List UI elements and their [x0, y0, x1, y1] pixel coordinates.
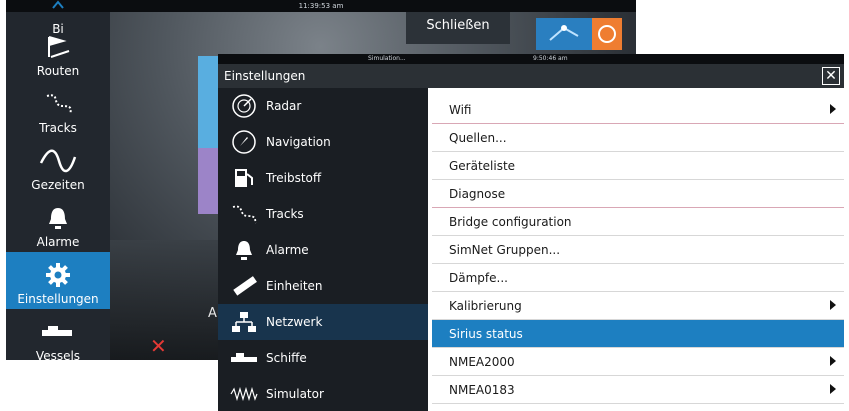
close-icon[interactable]: ✕ — [822, 67, 840, 85]
background-app-tile[interactable] — [198, 148, 218, 214]
dialog-status-bar: Simulation... 9:50:46 am — [218, 54, 844, 64]
category-label: Tracks — [266, 207, 304, 221]
category-label: Einheiten — [266, 279, 323, 293]
settings-item-list: Wifi Quellen... Geräteliste Diagnose Bri… — [428, 88, 844, 411]
category-label: Schiffe — [266, 351, 307, 365]
dialog-title: Einstellungen — [224, 69, 306, 83]
fuel-pump-icon — [230, 164, 258, 192]
dialog-clock: 9:50:46 am — [533, 55, 568, 62]
sidebar-item-label: Gezeiten — [31, 178, 85, 192]
category-simulator[interactable]: Simulator — [218, 376, 428, 411]
settings-item-wifi[interactable]: Wifi — [432, 96, 844, 124]
dialog-title-bar: Einstellungen ✕ — [218, 64, 844, 88]
settings-item-diagnose[interactable]: Diagnose — [432, 180, 844, 208]
category-treibstoff[interactable]: Treibstoff — [218, 160, 428, 196]
settings-item-label: Bridge configuration — [449, 214, 572, 229]
ruler-icon — [230, 272, 258, 300]
category-label: Netzwerk — [266, 315, 323, 329]
category-label: Alarme — [266, 243, 309, 257]
category-schiffe[interactable]: Schiffe — [218, 340, 428, 376]
settings-item-label: Wifi — [449, 102, 472, 117]
radar-icon — [230, 92, 258, 120]
sidebar-item-label: Routen — [36, 64, 80, 78]
sidebar-item-label: Vessels — [35, 349, 81, 360]
simulation-status: Simulation... — [368, 55, 406, 62]
settings-item-geraeteliste[interactable]: Geräteliste — [432, 152, 844, 180]
simulator-wave-icon — [230, 380, 258, 408]
chevron-right-icon — [830, 104, 836, 114]
vessel-icon — [230, 344, 258, 372]
settings-item-label: Geräteliste — [449, 158, 516, 173]
settings-category-list: Radar Navigation Treibstoff Tracks Alarm… — [218, 88, 428, 411]
background-app-tile[interactable] — [198, 56, 218, 148]
settings-item-bridge-configuration[interactable]: Bridge configuration — [432, 208, 844, 236]
sidebar-item-label: Einstellungen — [17, 292, 99, 306]
category-label: Simulator — [266, 387, 324, 401]
vessel-icon — [39, 317, 77, 347]
settings-item-nmea0183[interactable]: NMEA0183 — [432, 376, 844, 404]
settings-item-label: Kalibrierung — [449, 298, 522, 313]
sidebar-item-label: Alarme — [36, 235, 80, 249]
settings-item-label: NMEA0183 — [449, 382, 515, 397]
settings-item-label: Quellen... — [449, 130, 507, 145]
bell-icon — [39, 203, 77, 233]
category-tracks[interactable]: Tracks — [218, 196, 428, 232]
category-netzwerk[interactable]: Netzwerk — [218, 304, 428, 340]
settings-item-nmea2000[interactable]: NMEA2000 — [432, 348, 844, 376]
tide-wave-icon — [39, 146, 77, 176]
compass-icon — [230, 128, 258, 156]
settings-item-simnet-gruppen[interactable]: SimNet Gruppen... — [432, 236, 844, 264]
sidebar-item-tracks[interactable]: Tracks — [6, 81, 110, 138]
chevron-up-icon — [39, 0, 77, 20]
map-app-icon[interactable] — [536, 18, 592, 50]
sidebar-item-einstellungen[interactable]: Einstellungen — [6, 252, 110, 309]
sidebar-item-label: Tracks — [39, 121, 77, 135]
settings-item-label: NMEA2000 — [449, 354, 515, 369]
settings-item-label: Sirius status — [449, 326, 523, 341]
route-flag-icon — [39, 32, 77, 62]
sidebar-item-gezeiten[interactable]: Gezeiten — [6, 138, 110, 195]
settings-item-label: Dämpfe... — [449, 270, 508, 285]
category-label: Treibstoff — [266, 171, 322, 185]
error-x-icon: ✕ — [150, 334, 167, 358]
background-clock: 11:39:53 am — [298, 2, 344, 10]
track-icon — [39, 89, 77, 119]
track-icon — [230, 200, 258, 228]
category-alarme[interactable]: Alarme — [218, 232, 428, 268]
close-button[interactable]: Schließen — [406, 12, 510, 44]
network-icon — [230, 308, 258, 336]
sidebar-item-vessels[interactable]: Vessels — [6, 309, 110, 360]
sidebar-item-alarme[interactable]: Alarme — [6, 195, 110, 252]
bell-icon — [230, 236, 258, 264]
settings-item-quellen[interactable]: Quellen... — [432, 124, 844, 152]
chevron-right-icon — [830, 300, 836, 310]
settings-item-daempfe[interactable]: Dämpfe... — [432, 264, 844, 292]
category-label: Navigation — [266, 135, 331, 149]
settings-item-kalibrierung[interactable]: Kalibrierung — [432, 292, 844, 320]
sidebar-item-routen[interactable]: Routen — [6, 24, 110, 81]
orange-app-icon[interactable] — [592, 18, 622, 50]
chevron-right-icon — [830, 356, 836, 366]
settings-item-label: Diagnose — [449, 186, 506, 201]
settings-item-label: SimNet Gruppen... — [449, 242, 561, 257]
chevron-right-icon — [830, 384, 836, 394]
settings-item-sirius-status[interactable]: Sirius status — [432, 320, 844, 348]
category-radar[interactable]: Radar — [218, 88, 428, 124]
gear-icon — [39, 260, 77, 290]
category-label: Radar — [266, 99, 302, 113]
category-navigation[interactable]: Navigation — [218, 124, 428, 160]
category-einheiten[interactable]: Einheiten — [218, 268, 428, 304]
settings-dialog: Simulation... 9:50:46 am Einstellungen ✕… — [218, 54, 844, 411]
background-sidebar: Bi Routen Tracks Gezeiten Alarme Einstel… — [6, 0, 110, 360]
